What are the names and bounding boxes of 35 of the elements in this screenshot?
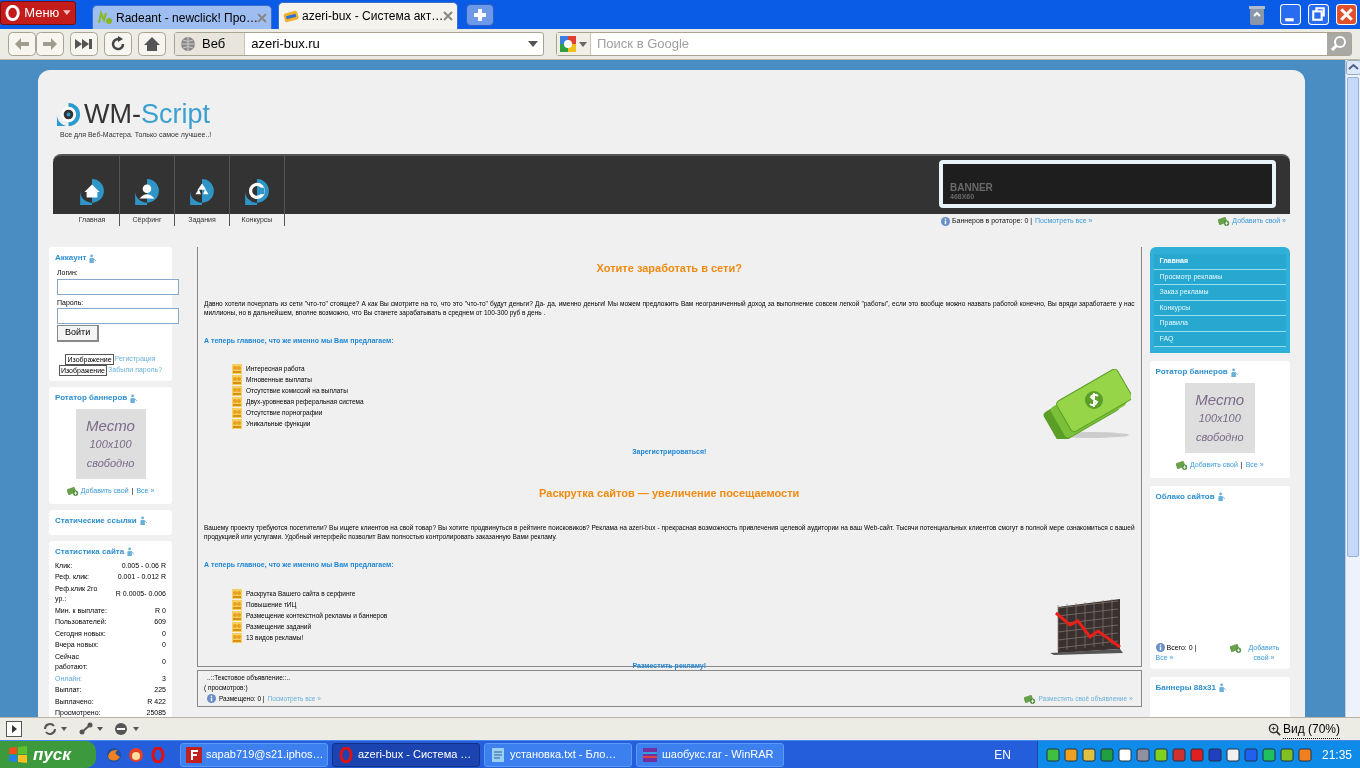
site-logo[interactable]: WM-Script: [84, 100, 210, 128]
search-field[interactable]: Поиск в Google: [556, 32, 1352, 56]
section-heading: Раскрутка сайтов — увеличение посещаемости: [538, 485, 801, 501]
card-title: Статистика сайта: [55, 545, 125, 558]
placeholder-text: свободно: [1195, 429, 1244, 445]
taskbar-button[interactable]: azeri-bux - Система …: [332, 742, 480, 767]
card-title: Облако сайтов: [1155, 490, 1215, 503]
search-input[interactable]: Поиск в Google: [591, 34, 1327, 54]
zoom-control[interactable]: Вид (70%): [1267, 719, 1340, 739]
placeholder-text: Место: [86, 415, 135, 435]
taskbar-button[interactable]: шаобукс.rar - WinRAR: [636, 742, 784, 767]
placeholder-text: Место: [1195, 389, 1245, 409]
placeholder-text: свободно: [86, 455, 135, 471]
browser-tab[interactable]: Radeant - newclick! Про…: [92, 5, 272, 29]
card-title: Ротатор баннеров: [1155, 366, 1228, 378]
card-title: Ротатор баннеров: [55, 392, 128, 404]
start-button[interactable]: пуск: [0, 741, 96, 768]
placeholder-text: 100x100: [89, 436, 132, 452]
card-title: Баннеры 88x31: [1155, 681, 1216, 694]
taskbar-button[interactable]: установка.txt - Бло…: [484, 742, 632, 767]
clock: 21:35: [1321, 746, 1352, 764]
card-title: Аккаунт: [55, 252, 87, 264]
address-field[interactable]: Веб azeri-bux.ru: [174, 32, 544, 56]
placeholder-text: 100x100: [1198, 410, 1241, 426]
banner-title: BANNER: [950, 183, 994, 193]
scope-label[interactable]: Веб: [202, 34, 240, 54]
section-heading: Хотите заработать в сети?: [595, 261, 743, 276]
url-text[interactable]: azeri-bux.ru: [245, 34, 528, 54]
card-title: Статические ссылки: [55, 514, 137, 527]
taskbar-button[interactable]: sapab719@s21.iphos…: [180, 742, 328, 767]
scope-selector[interactable]: Веб: [175, 33, 246, 55]
login-button[interactable]: Войти: [57, 325, 100, 342]
menu-button[interactable]: Меню: [0, 1, 76, 25]
language-indicator[interactable]: EN: [994, 745, 1011, 764]
browser-tab[interactable]: azeri-bux - Система акт…: [278, 2, 458, 29]
